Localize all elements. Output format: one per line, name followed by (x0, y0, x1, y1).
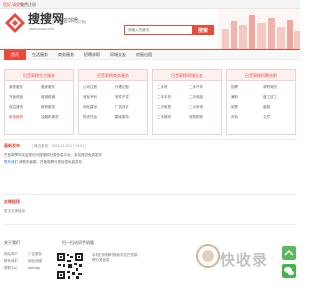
category-link[interactable]: 翻译服务 (115, 115, 129, 120)
category-life-services: 巴音郭楞生活服务 家政服务 搬家服务 开锁修锁 管道疏通 保洁清洗 维修服务 家… (4, 69, 74, 135)
search-button[interactable]: 搜索 (192, 25, 214, 35)
category-link[interactable]: 二手房 (157, 85, 168, 90)
nav-business-services[interactable]: 商务服务 (54, 50, 78, 60)
category-link[interactable]: 宠物狗狗 (189, 115, 203, 120)
footer-link[interactable]: sitemap (28, 266, 40, 271)
category-link[interactable]: 家电维修 (9, 115, 23, 120)
category-link[interactable]: 二手电脑 (189, 95, 203, 100)
logo-icon[interactable] (4, 12, 26, 34)
search-input[interactable] (124, 25, 192, 35)
category-dating: 巴音郭楞同城交友 二手房 二手汽车 二手手机 二手电脑 二手家具 二手家电 二手… (152, 69, 222, 135)
qr-caption: 手机扫码随时随地浏览巴音郭楞分类信息 (92, 253, 138, 262)
nav-rentals[interactable]: 房屋出租 (132, 50, 156, 60)
top-bar: 您好,请登录 免费注册 (0, 0, 300, 9)
current-city: 巴音郭楞 (53, 18, 78, 25)
category-link[interactable]: 司机 (231, 115, 238, 120)
footer-link[interactable]: 联系我们 (4, 259, 18, 264)
category-link[interactable]: 油烟机清洗 (41, 115, 59, 120)
category-link[interactable]: 招聘 (231, 85, 238, 90)
category-link[interactable]: 物流货运 (83, 115, 97, 120)
category-link[interactable]: 搬家服务 (41, 85, 55, 90)
section-divider (4, 139, 296, 140)
contact-us-link[interactable]: 联系我们 (4, 160, 18, 164)
watermark-text: 快收录 (220, 252, 269, 269)
category-link[interactable]: 公司注册 (83, 85, 97, 90)
nav-life-services[interactable]: 生活服务 (28, 50, 52, 60)
category-title[interactable]: 巴音郭楞同城交友 (153, 70, 221, 81)
category-link[interactable]: 家政服务 (9, 85, 23, 90)
category-link[interactable]: 销售 (231, 105, 238, 110)
category-title[interactable]: 巴音郭楞生活服务 (5, 70, 73, 81)
category-link[interactable]: 客服 (263, 105, 270, 110)
latest-info-text: 巴音郭楞市欢迎您访问搜搜网分类信息平台，本站提供免费发布 (4, 153, 102, 157)
category-link[interactable]: 代理记账 (115, 85, 129, 90)
nav-home[interactable]: 首页 (4, 50, 26, 60)
category-link[interactable]: 二手数码 (157, 115, 171, 120)
category-link[interactable]: 二手家具 (157, 105, 171, 110)
category-link[interactable]: 网站建设 (83, 105, 97, 110)
category-grid: 巴音郭楞生活服务 家政服务 搬家服务 开锁修锁 管道疏通 保洁清洗 维修服务 家… (4, 69, 296, 137)
category-link[interactable]: 广告设计 (115, 105, 129, 110)
wechat-icon[interactable] (282, 264, 296, 278)
qr-code-icon (56, 252, 84, 280)
category-link[interactable]: 管道疏通 (41, 95, 55, 100)
switch-city-link[interactable]: [切换] (77, 20, 86, 25)
category-link[interactable]: 二手手机 (157, 95, 171, 100)
footer-qr-title: 扫一扫访问手机版 (62, 240, 94, 245)
category-business-services: 巴音郭楞商务服务 公司注册 代理记账 商标专利 软件开发 网站建设 广告设计 物… (78, 69, 148, 135)
category-link[interactable]: 保洁清洗 (9, 105, 23, 110)
section-divider (4, 224, 296, 225)
latest-info-line2: 联系我们 请联系客服，巴音郭楞分类信息免费发布 (4, 160, 82, 165)
latest-info-text: 请联系客服，巴音郭楞分类信息免费发布 (18, 160, 82, 164)
latest-info-date: ( 最近更新：2024-02-29 17:19:51 ) (32, 144, 87, 148)
friend-links-title: 友情链接 (4, 199, 20, 204)
footer-link[interactable]: 帮助中心 (4, 266, 18, 271)
section-divider (4, 194, 296, 195)
category-link[interactable]: 二手汽车 (189, 85, 203, 90)
latest-info-title: 最新发布 (4, 143, 20, 148)
category-link[interactable]: 维修服务 (41, 105, 55, 110)
footer-link[interactable]: 广告服务 (28, 252, 42, 257)
footer-link[interactable]: 网站地图 (28, 259, 42, 264)
category-link[interactable]: 商标专利 (83, 95, 97, 100)
category-jobs: 巴音郭楞招聘求职 招聘 求职简历 兼职 普工技工 销售 客服 司机 文员 (226, 69, 296, 135)
register-link[interactable]: 免费注册 (20, 2, 36, 7)
category-link[interactable]: 普工技工 (263, 95, 277, 100)
nav-jobs[interactable]: 招聘求职 (80, 50, 104, 60)
category-title[interactable]: 巴音郭楞商务服务 (79, 70, 147, 81)
category-link[interactable]: 兼职 (231, 95, 238, 100)
category-title[interactable]: 巴音郭楞招聘求职 (227, 70, 295, 81)
logo-domain: www.ssoso.com (29, 27, 55, 31)
category-link[interactable]: 求职简历 (263, 85, 277, 90)
site-header: 搜搜网 www.ssoso.com 巴音郭楞 [切换] 搜索 (0, 9, 300, 49)
main-nav: 首页 生活服务 商务服务 招聘求职 同城交友 房屋出租 (0, 49, 300, 60)
back-to-top-icon[interactable] (282, 246, 296, 260)
footer-about-title: 关于我们 (4, 240, 20, 245)
category-link[interactable]: 软件开发 (115, 95, 129, 100)
footer-link[interactable]: 网站简介 (4, 252, 18, 257)
city-skyline-banner (218, 9, 300, 49)
category-link[interactable]: 开锁修锁 (9, 95, 23, 100)
category-link[interactable]: 文员 (263, 115, 270, 120)
category-link[interactable]: 二手家电 (189, 105, 203, 110)
friend-links-empty: 暂无友情链接 (4, 209, 25, 213)
nav-dating[interactable]: 同城交友 (106, 50, 130, 60)
